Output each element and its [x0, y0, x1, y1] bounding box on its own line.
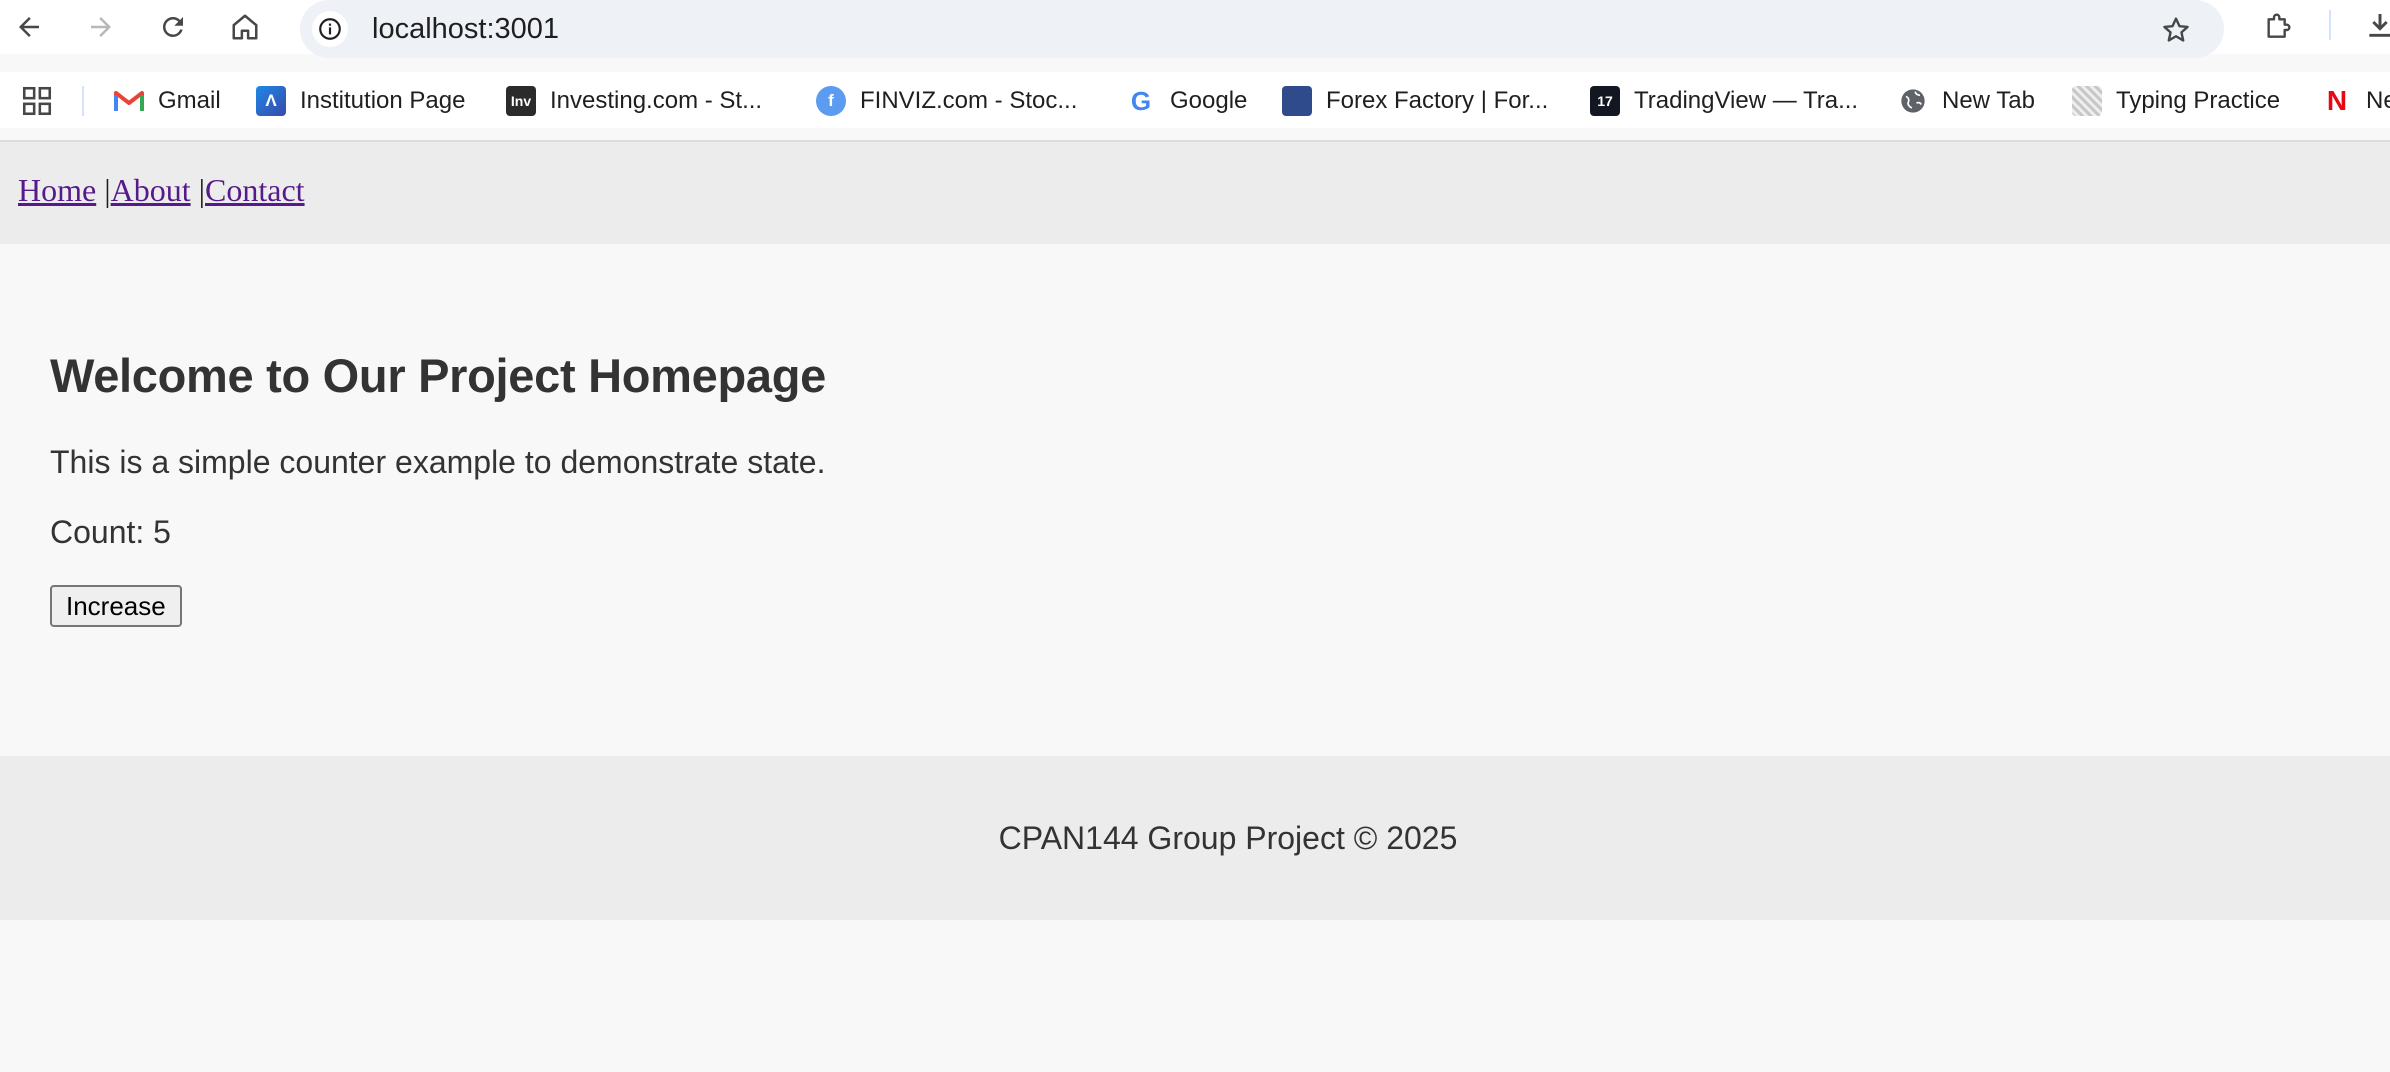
nav-link-contact[interactable]: Contact	[205, 172, 305, 208]
site-navbar: Home |About |Contact	[0, 142, 2390, 244]
download-icon	[2369, 14, 2390, 37]
bookmark-label: Gmail	[158, 87, 221, 114]
investing-icon: Inv	[506, 86, 536, 116]
nav-link-home[interactable]: Home	[18, 172, 96, 208]
bookmark-forex-factory[interactable]: Forex Factory | For...	[1282, 84, 1548, 118]
apps-button[interactable]	[20, 84, 54, 118]
nav-link-about[interactable]: About	[111, 172, 191, 208]
arrow-right-icon	[91, 17, 111, 37]
netflix-icon: N	[2326, 85, 2348, 116]
bookmark-investing[interactable]: Inv Investing.com - St...	[506, 84, 762, 118]
forex-factory-icon	[1282, 86, 1312, 116]
reload-button[interactable]	[154, 8, 192, 46]
bookmarks-bar: Gmail Λ Institution Page Inv Investing.c…	[0, 72, 2390, 128]
bookmark-netflix[interactable]: N Ne	[2322, 84, 2390, 118]
site-info-button[interactable]	[312, 11, 348, 47]
bookmark-google[interactable]: G Google	[1126, 84, 1248, 118]
downloads-button[interactable]	[2360, 6, 2390, 46]
address-bar[interactable]: localhost:3001	[300, 0, 2224, 58]
intro-text: This is a simple counter example to demo…	[50, 444, 826, 480]
google-icon: G	[1130, 85, 1152, 116]
bookmark-institution-page[interactable]: Λ Institution Page	[256, 84, 465, 118]
browser-toolbar: localhost:3001	[0, 0, 2390, 58]
bookmark-gmail[interactable]: Gmail	[114, 84, 221, 118]
gmail-icon	[114, 86, 144, 116]
typing-practice-icon	[2072, 86, 2102, 116]
back-button[interactable]	[10, 8, 48, 46]
extensions-button[interactable]	[2258, 6, 2298, 46]
footer-text: CPAN144 Group Project © 2025	[998, 820, 1458, 856]
forward-button[interactable]	[82, 8, 120, 46]
institution-icon: Λ	[256, 86, 286, 116]
bookmark-star-button[interactable]	[2156, 10, 2196, 50]
bookmarks-separator	[82, 86, 84, 116]
reload-icon	[162, 16, 183, 37]
bookmark-label: Institution Page	[300, 87, 466, 114]
site-footer: CPAN144 Group Project © 2025	[0, 756, 2390, 920]
star-icon	[2163, 17, 2189, 42]
bookmark-typing-practice[interactable]: Typing Practice	[2072, 84, 2280, 118]
bookmark-label: Google	[1170, 87, 1248, 114]
bookmark-label: TradingView — Tra...	[1634, 87, 1859, 114]
main-content: Welcome to Our Project Homepage This is …	[0, 244, 2390, 756]
finviz-icon: f	[816, 86, 846, 116]
home-icon	[232, 14, 258, 40]
count-display: Count: 5	[50, 514, 171, 550]
arrow-left-icon	[19, 17, 39, 37]
bookmark-tradingview[interactable]: 17 TradingView — Tra...	[1590, 84, 1858, 118]
page-title: Welcome to Our Project Homepage	[50, 349, 826, 402]
nav-links: Home |About |Contact	[18, 172, 305, 209]
toolbar-divider	[2329, 10, 2331, 40]
bookmark-label: Investing.com - St...	[550, 87, 763, 114]
bookmark-label: FINVIZ.com - Stoc...	[860, 87, 1078, 114]
globe-icon	[1898, 86, 1928, 116]
bookmark-label: Typing Practice	[2116, 87, 2281, 114]
tradingview-icon: 17	[1590, 86, 1620, 116]
home-button[interactable]	[226, 8, 264, 46]
bookmark-label: New Tab	[1942, 87, 2035, 114]
puzzle-icon	[2267, 13, 2291, 38]
url-text[interactable]: localhost:3001	[372, 11, 559, 47]
bookmark-label: Forex Factory | For...	[1326, 87, 1549, 114]
bookmark-new-tab[interactable]: New Tab	[1898, 84, 2035, 118]
bookmark-finviz[interactable]: f FINVIZ.com - Stoc...	[816, 84, 1077, 118]
info-icon	[319, 18, 341, 40]
bookmark-label: Ne	[2366, 87, 2390, 114]
apps-grid-icon	[22, 86, 52, 116]
increase-button[interactable]: Increase	[50, 585, 182, 627]
